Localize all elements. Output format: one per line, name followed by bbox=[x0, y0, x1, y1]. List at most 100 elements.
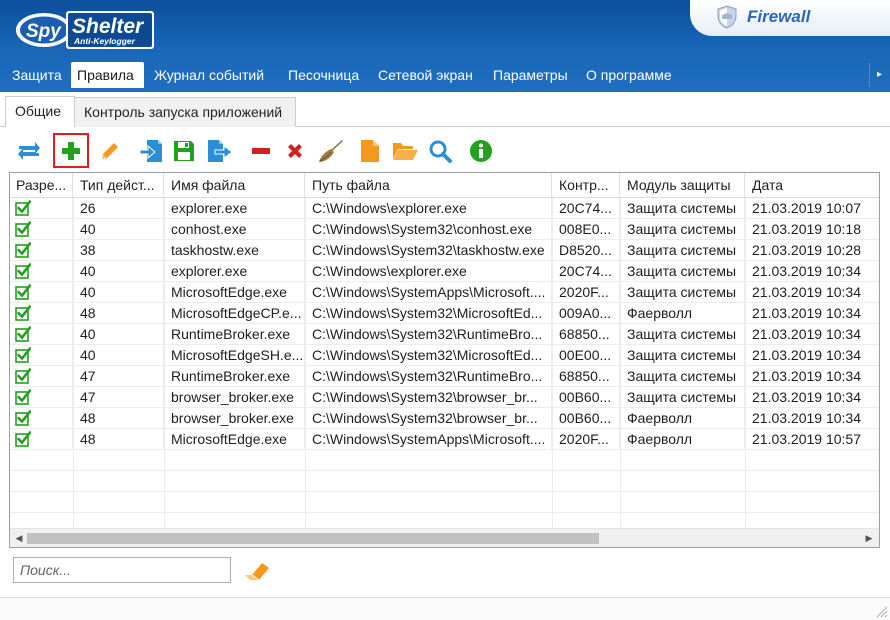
search-input[interactable]: Поиск... bbox=[13, 557, 231, 583]
menu-item-event-log[interactable]: Журнал событий bbox=[148, 62, 270, 88]
check-allowed-icon bbox=[15, 221, 32, 237]
cell-module: Защита системы bbox=[621, 324, 745, 345]
check-allowed-icon bbox=[15, 305, 32, 321]
scroll-left-icon[interactable]: ◀ bbox=[12, 531, 26, 545]
menu-item-rules[interactable]: Правила bbox=[71, 62, 144, 88]
main-menu: Защита Правила Журнал событий Песочница … bbox=[0, 61, 890, 89]
table-row[interactable]: 48 MicrosoftEdge.exe C:\Windows\SystemApps… bbox=[10, 429, 879, 450]
cell-file-name: MicrosoftEdgeCP.e... bbox=[165, 303, 305, 324]
table-row-empty bbox=[10, 450, 879, 471]
column-header-allow[interactable]: Разре... bbox=[10, 173, 73, 198]
horizontal-scrollbar[interactable]: ◀ ▶ bbox=[10, 528, 879, 547]
cell-module: Защита системы bbox=[621, 345, 745, 366]
cell-action-type: 47 bbox=[74, 387, 164, 408]
menu-item-sandbox[interactable]: Песочница bbox=[282, 62, 365, 88]
cell-allow bbox=[10, 261, 73, 282]
column-header-checksum[interactable]: Контр... bbox=[553, 173, 620, 198]
column-header-file-path[interactable]: Путь файла bbox=[306, 173, 552, 198]
export-button[interactable] bbox=[203, 134, 237, 168]
add-rule-button[interactable] bbox=[53, 133, 89, 168]
toolbar bbox=[0, 133, 890, 168]
column-header-action-type[interactable]: Тип дейст... bbox=[74, 173, 164, 198]
cell-file-path: C:\Windows\explorer.exe bbox=[306, 198, 552, 219]
firewall-label: Firewall bbox=[747, 7, 811, 26]
clean-button[interactable] bbox=[313, 134, 347, 168]
menu-item-firewall[interactable]: Сетевой экран bbox=[372, 62, 479, 88]
eraser-icon[interactable] bbox=[243, 559, 271, 581]
column-header-file-name[interactable]: Имя файла bbox=[165, 173, 305, 198]
add-icon bbox=[62, 141, 80, 160]
remove-button[interactable] bbox=[244, 134, 278, 168]
search-button[interactable] bbox=[423, 134, 457, 168]
cell-module: Защита системы bbox=[621, 261, 745, 282]
resize-grip-icon[interactable] bbox=[874, 604, 888, 618]
cell-file-path: C:\Windows\System32\browser_br... bbox=[306, 408, 552, 429]
table-row[interactable]: 48 MicrosoftEdgeCP.e... C:\Windows\System3… bbox=[10, 303, 879, 324]
delete-button[interactable] bbox=[278, 134, 312, 168]
cell-checksum: 68850... bbox=[553, 366, 620, 387]
shield-icon bbox=[717, 5, 737, 29]
tab-app-launch-control[interactable]: Контроль запуска приложений bbox=[74, 97, 296, 127]
scrollbar-thumb[interactable] bbox=[27, 533, 599, 544]
scroll-right-icon[interactable]: ▶ bbox=[862, 531, 876, 545]
info-button[interactable] bbox=[464, 134, 498, 168]
table-row-empty bbox=[10, 471, 879, 492]
cell-date: 21.03.2019 10:34 bbox=[752, 347, 861, 363]
column-divider bbox=[73, 198, 74, 528]
table-header: Разре... Тип дейст... Имя файла Путь фай… bbox=[10, 173, 879, 198]
search-icon bbox=[429, 140, 452, 163]
check-allowed-icon bbox=[15, 389, 32, 405]
menu-item-settings[interactable]: Параметры bbox=[487, 62, 574, 88]
cell-date: 21.03.2019 10:34 bbox=[752, 326, 861, 342]
rules-table: Разре... Тип дейст... Имя файла Путь фай… bbox=[9, 172, 880, 548]
column-header-module[interactable]: Модуль защиты bbox=[621, 173, 745, 198]
app-window: Spy Shelter Anti-Keylogger Firewall ✕ За… bbox=[0, 0, 890, 620]
check-allowed-icon bbox=[15, 347, 32, 363]
table-row[interactable]: 48 browser_broker.exe C:\Windows\System32\… bbox=[10, 408, 879, 429]
cell-module: Фаерволл bbox=[621, 303, 745, 324]
import-button[interactable] bbox=[134, 134, 168, 168]
cell-allow bbox=[10, 387, 73, 408]
table-row[interactable]: 40 explorer.exe C:\Windows\explorer.exe 20C… bbox=[10, 261, 879, 282]
table-row[interactable]: 40 MicrosoftEdgeSH.e... C:\Windows\System3… bbox=[10, 345, 879, 366]
cell-allow bbox=[10, 408, 73, 429]
table-row[interactable]: 38 taskhostw.exe C:\Windows\System32\taskh… bbox=[10, 240, 879, 261]
save-button[interactable] bbox=[167, 134, 201, 168]
tab-general[interactable]: Общие bbox=[5, 96, 75, 127]
table-row[interactable]: 47 RuntimeBroker.exe C:\Windows\System32\R… bbox=[10, 366, 879, 387]
cell-checksum: 20C74... bbox=[553, 198, 620, 219]
cell-action-type: 40 bbox=[74, 324, 164, 345]
cell-file-path: C:\Windows\System32\MicrosoftEd... bbox=[306, 303, 552, 324]
table-row[interactable]: 47 browser_broker.exe C:\Windows\System32\… bbox=[10, 387, 879, 408]
menu-item-about[interactable]: О программе bbox=[580, 62, 678, 88]
open-folder-button[interactable] bbox=[388, 134, 422, 168]
export-icon bbox=[208, 140, 233, 162]
column-header-date[interactable]: Дата bbox=[746, 173, 879, 198]
table-row[interactable]: 40 MicrosoftEdge.exe C:\Windows\SystemApps… bbox=[10, 282, 879, 303]
cell-checksum: 00B60... bbox=[553, 387, 620, 408]
cell-allow bbox=[10, 219, 73, 240]
refresh-button[interactable] bbox=[12, 134, 46, 168]
check-allowed-icon bbox=[15, 410, 32, 426]
table-row[interactable]: 40 RuntimeBroker.exe C:\Windows\System32\R… bbox=[10, 324, 879, 345]
cell-date: 21.03.2019 10:34 bbox=[752, 305, 861, 321]
cell-file-name: explorer.exe bbox=[165, 198, 305, 219]
firewall-tab[interactable]: Firewall ✕ bbox=[690, 0, 890, 36]
info-icon bbox=[470, 140, 492, 162]
cell-date: 21.03.2019 10:34 bbox=[752, 284, 861, 300]
menu-scroll-right-button[interactable]: ▸ bbox=[869, 63, 889, 87]
cell-file-name: RuntimeBroker.exe bbox=[165, 324, 305, 345]
cell-checksum: 008E0... bbox=[553, 219, 620, 240]
spyshelter-logo: Spy Shelter Anti-Keylogger bbox=[16, 11, 154, 49]
cell-action-type: 40 bbox=[74, 261, 164, 282]
table-row[interactable]: 26 explorer.exe C:\Windows\explorer.exe 20C… bbox=[10, 198, 879, 219]
cell-file-path: C:\Windows\System32\RuntimeBro... bbox=[306, 324, 552, 345]
edit-icon bbox=[102, 143, 118, 159]
check-allowed-icon bbox=[15, 263, 32, 279]
table-row[interactable]: 40 conhost.exe C:\Windows\System32\conhost… bbox=[10, 219, 879, 240]
menu-item-protection[interactable]: Защита bbox=[6, 62, 68, 88]
cell-file-name: explorer.exe bbox=[165, 261, 305, 282]
edit-button[interactable] bbox=[93, 134, 127, 168]
new-file-button[interactable] bbox=[353, 134, 387, 168]
cell-date: 21.03.2019 10:07 bbox=[752, 200, 861, 216]
